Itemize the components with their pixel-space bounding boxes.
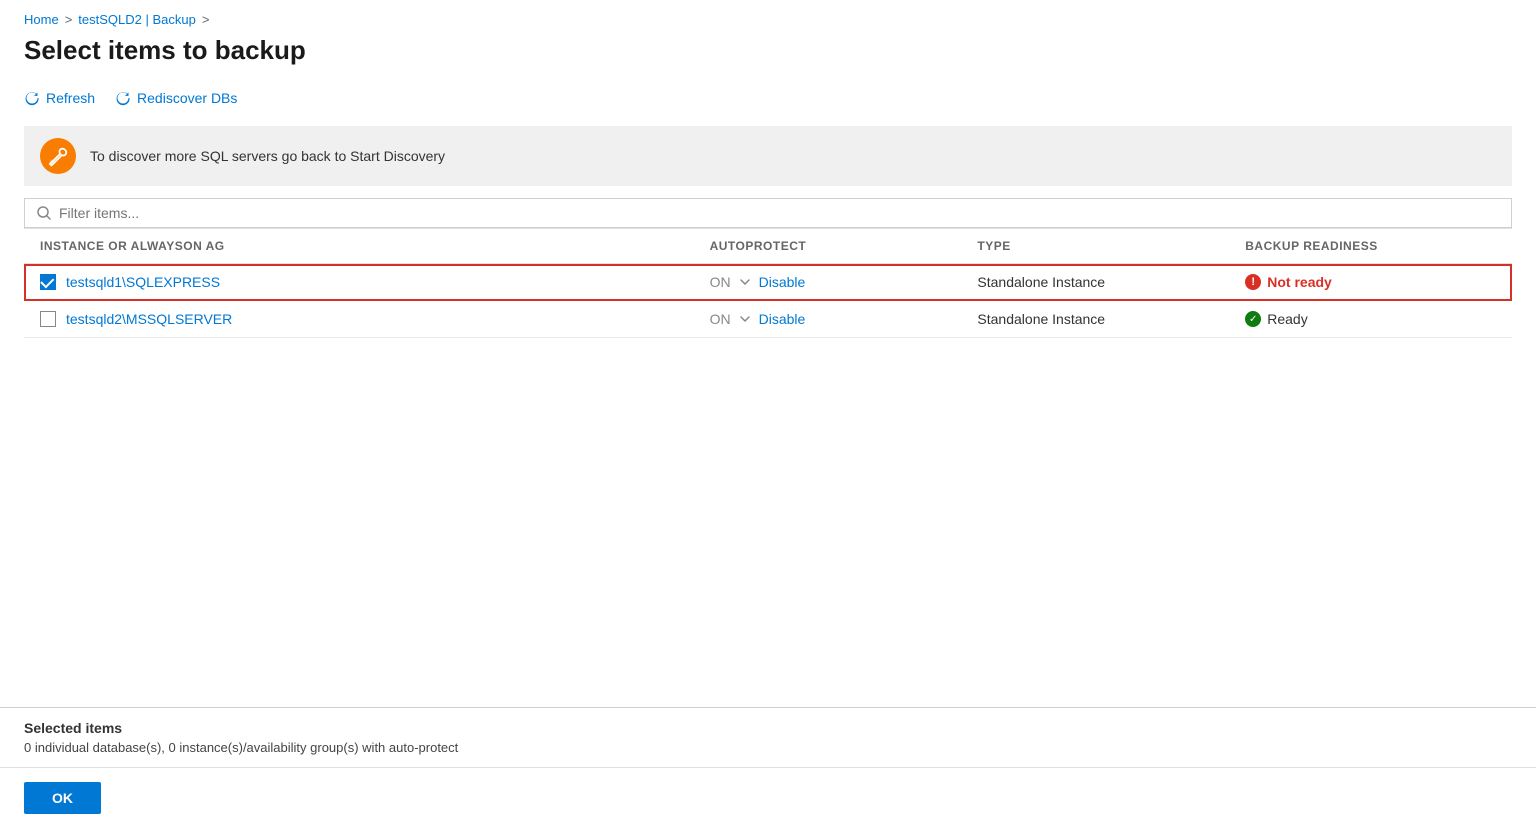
row2-type-cell: Standalone Instance [961,301,1229,338]
col-header-type: TYPE [961,229,1229,264]
row2-disable-link[interactable]: Disable [759,311,806,327]
row1-checkbox[interactable] [40,274,56,290]
info-banner: To discover more SQL servers go back to … [24,126,1512,186]
rediscover-button[interactable]: Rediscover DBs [115,86,237,110]
footer-selected-items: Selected items 0 individual database(s),… [0,707,1536,767]
row2-checkbox-cell: testsqld2\MSSQLSERVER [40,311,678,327]
info-banner-text: To discover more SQL servers go back to … [90,148,445,164]
table-container: INSTANCE or AlwaysOn AG AUTOPROTECT TYPE… [24,228,1512,707]
page-container: Home > testSQLD2 | Backup > Select items… [0,0,1536,828]
col-header-readiness: BACKUP READINESS [1229,229,1512,264]
refresh-button[interactable]: Refresh [24,86,95,110]
row1-chevron-icon[interactable] [739,276,751,288]
row2-instance-link[interactable]: testsqld2\MSSQLSERVER [66,311,232,327]
rediscover-label: Rediscover DBs [137,90,237,106]
col-header-instance: INSTANCE or AlwaysOn AG [24,229,694,264]
rediscover-icon [115,90,131,106]
row1-readiness-text: Not ready [1267,274,1332,290]
selected-items-label: Selected items [24,720,1512,736]
wrench-icon [47,145,69,167]
table-row: testsqld2\MSSQLSERVER ON Disable [24,301,1512,338]
instance-cell: testsqld1\SQLEXPRESS [24,264,694,301]
page-title: Select items to backup [24,35,1512,66]
table-row: testsqld1\SQLEXPRESS ON Disable [24,264,1512,301]
breadcrumb: Home > testSQLD2 | Backup > [24,12,1512,27]
row2-autoprotect-value: ON [710,311,731,327]
info-icon-circle [40,138,76,174]
row1-type-cell: Standalone Instance [961,264,1229,301]
col-header-autoprotect: AUTOPROTECT [694,229,962,264]
refresh-icon [24,90,40,106]
refresh-label: Refresh [46,90,95,106]
row2-checkbox[interactable] [40,311,56,327]
row1-readiness-cell: ! Not ready [1229,264,1512,301]
row1-autoprotect-value: ON [710,274,731,290]
main-content: Home > testSQLD2 | Backup > Select items… [0,0,1536,707]
search-icon [37,206,51,220]
breadcrumb-sep2: > [202,12,210,27]
breadcrumb-resource[interactable]: testSQLD2 | Backup [78,12,196,27]
filter-bar [24,198,1512,228]
ok-button[interactable]: OK [24,782,101,814]
row1-status: ! Not ready [1245,274,1496,290]
selected-items-detail: 0 individual database(s), 0 instance(s)/… [24,740,1512,755]
checkbox-cell: testsqld1\SQLEXPRESS [40,274,678,290]
row1-autoprotect-cell: ON Disable [694,264,962,301]
row2-chevron-icon[interactable] [739,313,751,325]
items-table: INSTANCE or AlwaysOn AG AUTOPROTECT TYPE… [24,229,1512,338]
row2-autoprotect-cell: ON Disable [694,301,962,338]
row1-error-icon: ! [1245,274,1261,290]
breadcrumb-home[interactable]: Home [24,12,59,27]
filter-input[interactable] [59,205,1499,221]
table-header-row: INSTANCE or AlwaysOn AG AUTOPROTECT TYPE… [24,229,1512,264]
row1-disable-link[interactable]: Disable [759,274,806,290]
breadcrumb-sep1: > [65,12,73,27]
row1-instance-link[interactable]: testsqld1\SQLEXPRESS [66,274,220,290]
row2-readiness-cell: ✓ Ready [1229,301,1512,338]
row2-status: ✓ Ready [1245,311,1496,327]
row2-instance-cell: testsqld2\MSSQLSERVER [24,301,694,338]
toolbar: Refresh Rediscover DBs [24,86,1512,110]
bottom-bar: OK [0,767,1536,828]
row2-readiness-text: Ready [1267,311,1307,327]
row2-ok-icon: ✓ [1245,311,1261,327]
